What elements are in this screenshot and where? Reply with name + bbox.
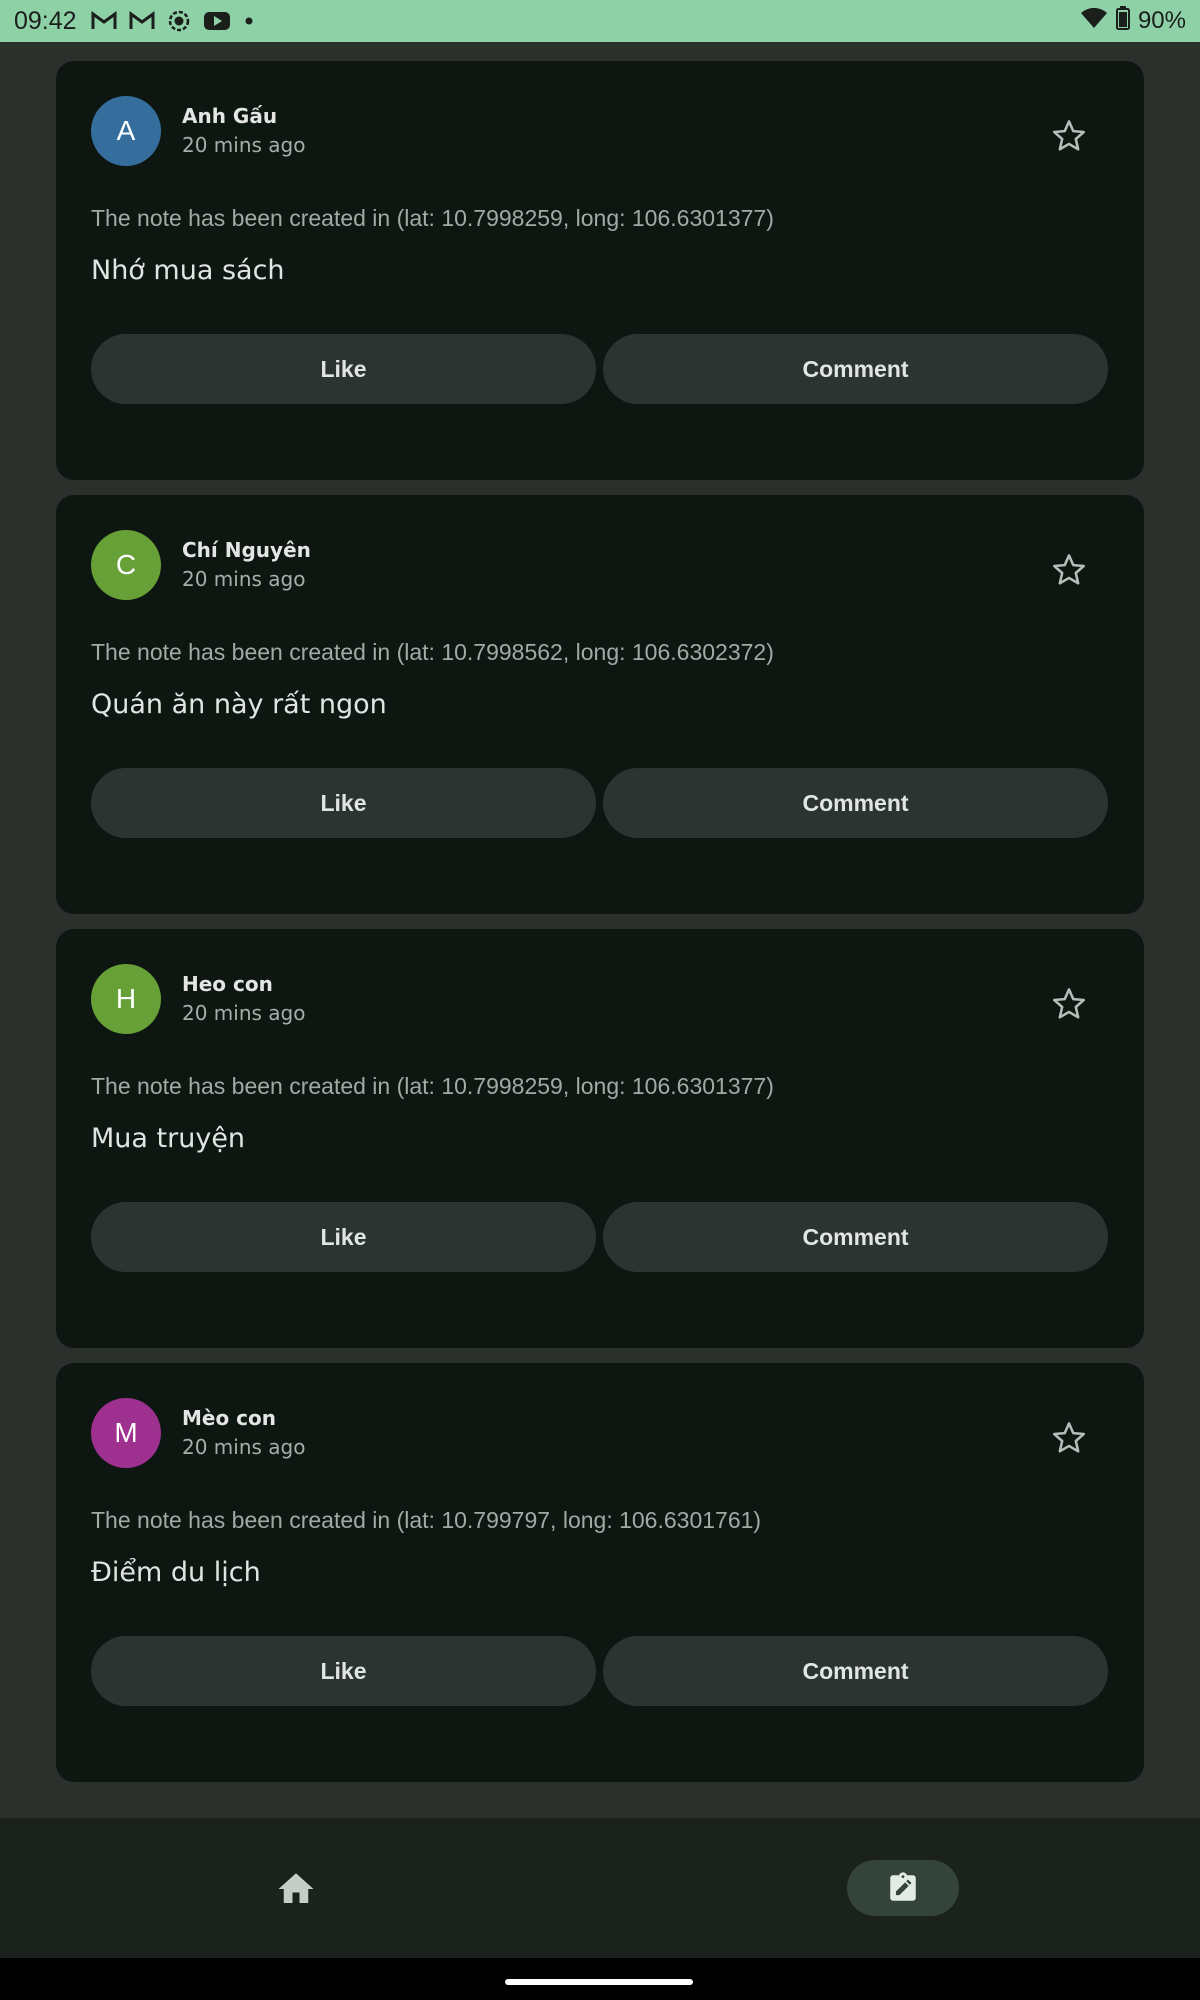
youtube-icon	[203, 11, 231, 31]
gesture-handle[interactable]	[505, 1979, 693, 1985]
dot-icon	[243, 15, 255, 27]
comment-button[interactable]: Comment	[603, 1636, 1108, 1706]
note-text: Mua truyện	[91, 1123, 246, 1154]
status-time: 09:42	[14, 6, 77, 35]
notes-feed[interactable]: A Anh Gấu 20 mins ago The note has been …	[56, 61, 1144, 1797]
user-name: Anh Gấu	[182, 104, 278, 128]
like-button[interactable]: Like	[91, 334, 596, 404]
star-icon[interactable]	[1050, 551, 1088, 589]
notification-icons	[91, 9, 255, 33]
screen-record-icon	[167, 9, 191, 33]
note-card[interactable]: A Anh Gấu 20 mins ago The note has been …	[56, 61, 1144, 480]
status-right: 90%	[1080, 5, 1186, 37]
location-text: The note has been created in (lat: 10.79…	[91, 1507, 762, 1533]
gmail-icon	[91, 11, 117, 31]
location-text: The note has been created in (lat: 10.79…	[91, 205, 774, 231]
star-icon[interactable]	[1050, 1419, 1088, 1457]
wifi-icon	[1080, 7, 1108, 36]
post-time: 20 mins ago	[182, 133, 306, 157]
user-name: Chí Nguyên	[182, 538, 311, 562]
avatar[interactable]: C	[91, 530, 161, 600]
comment-button[interactable]: Comment	[603, 1202, 1108, 1272]
like-button[interactable]: Like	[91, 1636, 596, 1706]
location-text: The note has been created in (lat: 10.79…	[91, 1073, 774, 1099]
battery-level: 90%	[1137, 7, 1186, 34]
note-card[interactable]: M Mèo con 20 mins ago The note has been …	[56, 1363, 1144, 1782]
comment-button[interactable]: Comment	[603, 334, 1108, 404]
star-icon[interactable]	[1050, 985, 1088, 1023]
nav-notes-button[interactable]	[847, 1860, 959, 1916]
like-button[interactable]: Like	[91, 1202, 596, 1272]
note-text: Điểm du lịch	[91, 1557, 261, 1588]
note-card[interactable]: C Chí Nguyên 20 mins ago The note has be…	[56, 495, 1144, 914]
note-text: Nhớ mua sách	[91, 255, 285, 286]
edit-note-icon	[890, 1872, 916, 1901]
battery-icon	[1115, 5, 1130, 37]
like-button[interactable]: Like	[91, 768, 596, 838]
location-text: The note has been created in (lat: 10.79…	[91, 639, 774, 665]
avatar[interactable]: M	[91, 1398, 161, 1468]
user-name: Mèo con	[182, 1406, 277, 1430]
note-card[interactable]: H Heo con 20 mins ago The note has been …	[56, 929, 1144, 1348]
status-bar: 09:42 90%	[0, 0, 1200, 42]
post-time: 20 mins ago	[182, 1001, 306, 1025]
avatar[interactable]: H	[91, 964, 161, 1034]
note-text: Quán ăn này rất ngon	[91, 689, 387, 720]
avatar[interactable]: A	[91, 96, 161, 166]
gmail-icon	[129, 11, 155, 31]
home-icon[interactable]	[275, 1868, 317, 1910]
bottom-navigation	[0, 1818, 1200, 1958]
user-name: Heo con	[182, 972, 273, 996]
comment-button[interactable]: Comment	[603, 768, 1108, 838]
star-icon[interactable]	[1050, 117, 1088, 155]
post-time: 20 mins ago	[182, 1435, 306, 1459]
post-time: 20 mins ago	[182, 567, 306, 591]
